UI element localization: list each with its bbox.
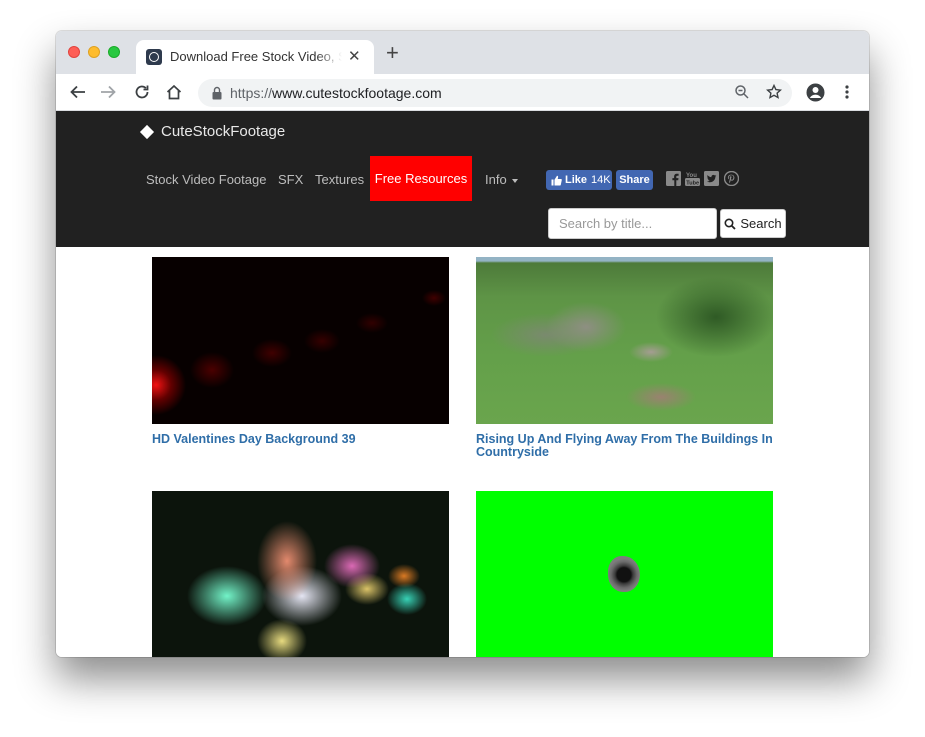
nav-textures[interactable]: Textures bbox=[315, 172, 364, 187]
browser-window: Download Free Stock Video, Sound Effects… bbox=[56, 31, 869, 657]
reload-icon[interactable] bbox=[132, 82, 152, 102]
diamond-logo-icon bbox=[139, 124, 155, 139]
address-bar[interactable]: https://www.cutestockfootage.com bbox=[198, 79, 792, 107]
youtube-icon[interactable]: YouTube bbox=[685, 171, 700, 186]
site-favicon-icon bbox=[146, 49, 162, 65]
site-logo[interactable]: CuteStockFootage bbox=[139, 123, 286, 140]
site-header: CuteStockFootage Stock Video Footage SFX… bbox=[56, 111, 869, 247]
video-title-link[interactable]: HD Valentines Day Background 39 bbox=[152, 433, 452, 446]
tab-strip: Download Free Stock Video, Sound Effects… bbox=[56, 31, 869, 74]
search-input[interactable] bbox=[548, 208, 717, 239]
new-tab-button[interactable]: + bbox=[386, 42, 399, 64]
profile-avatar-icon[interactable] bbox=[805, 82, 825, 102]
facebook-like-label: Like bbox=[565, 174, 588, 186]
svg-text:Tube: Tube bbox=[686, 180, 699, 186]
back-arrow-icon[interactable] bbox=[68, 82, 88, 102]
nav-info-dropdown[interactable]: Info bbox=[485, 172, 518, 187]
facebook-like-button[interactable]: Like 14K bbox=[546, 170, 612, 190]
browser-toolbar: https://www.cutestockfootage.com bbox=[56, 74, 869, 111]
svg-text:You: You bbox=[686, 173, 697, 179]
tab-title: Download Free Stock Video, Sound Effects… bbox=[170, 49, 342, 64]
url-text: https://www.cutestockfootage.com bbox=[230, 85, 442, 101]
pinterest-icon[interactable] bbox=[724, 171, 739, 186]
video-thumbnail-countryside[interactable] bbox=[476, 257, 773, 424]
tab-close-icon[interactable]: ✕ bbox=[348, 47, 361, 65]
search-icon bbox=[724, 217, 737, 230]
video-thumbnail-valentines[interactable] bbox=[152, 257, 449, 424]
bookmark-star-icon[interactable] bbox=[765, 83, 783, 104]
search-button-label: Search bbox=[740, 216, 782, 231]
maximize-window-button[interactable] bbox=[108, 46, 120, 58]
close-window-button[interactable] bbox=[68, 46, 80, 58]
twitter-icon[interactable] bbox=[704, 171, 719, 186]
lock-icon bbox=[212, 86, 222, 100]
facebook-like-count: 14K bbox=[591, 174, 611, 186]
search-button[interactable]: Search bbox=[720, 209, 786, 238]
minimize-window-button[interactable] bbox=[88, 46, 100, 58]
nav-free-resources[interactable]: Free Resources bbox=[370, 156, 472, 201]
facebook-share-button[interactable]: Share bbox=[616, 170, 653, 190]
nav-sfx[interactable]: SFX bbox=[278, 172, 303, 187]
web-page: CuteStockFootage Stock Video Footage SFX… bbox=[56, 111, 869, 657]
logo-text: CuteStockFootage bbox=[161, 123, 286, 140]
home-icon[interactable] bbox=[164, 82, 184, 102]
video-thumbnail-green-screen-bullet-hole[interactable] bbox=[476, 491, 773, 657]
browser-tab[interactable]: Download Free Stock Video, Sound Effects… bbox=[136, 40, 374, 74]
forward-arrow-icon[interactable] bbox=[98, 82, 118, 102]
menu-dots-icon[interactable] bbox=[837, 82, 857, 102]
nav-info-label: Info bbox=[485, 172, 507, 187]
video-thumbnail-bokeh-lights[interactable] bbox=[152, 491, 449, 657]
facebook-icon[interactable] bbox=[666, 171, 681, 186]
thumbs-up-icon bbox=[551, 175, 562, 185]
caret-down-icon bbox=[511, 178, 518, 183]
bullet-hole-graphic bbox=[608, 556, 640, 592]
zoom-icon[interactable] bbox=[734, 84, 750, 104]
video-title-link[interactable]: Rising Up And Flying Away From The Build… bbox=[476, 433, 786, 459]
nav-stock-video-footage[interactable]: Stock Video Footage bbox=[146, 172, 266, 187]
